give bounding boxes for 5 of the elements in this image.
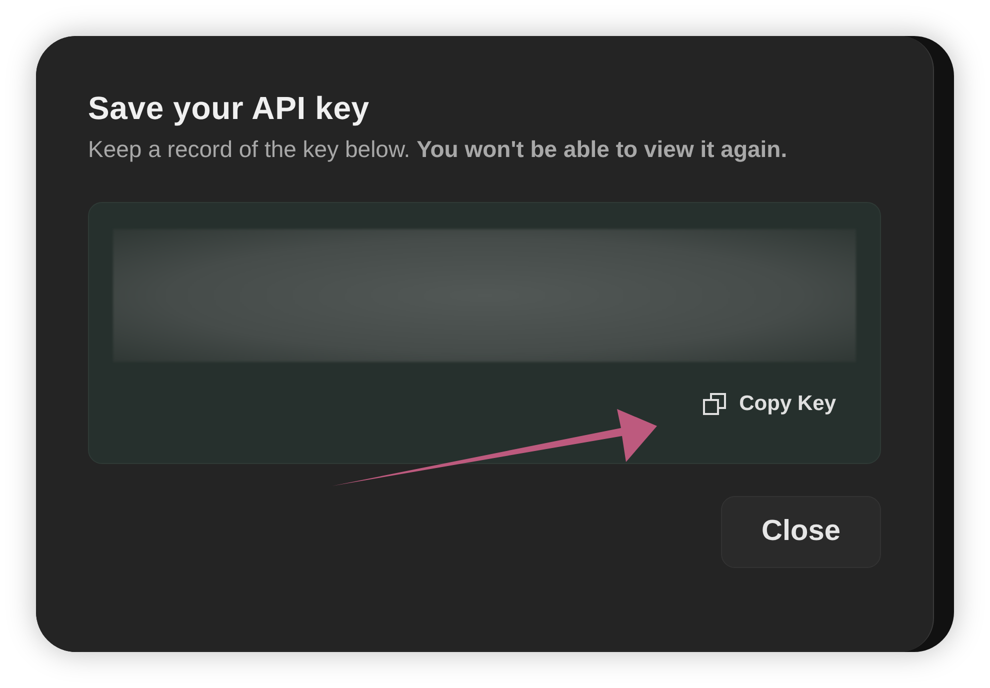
close-button[interactable]: Close (721, 496, 881, 568)
dialog-description: Keep a record of the key below. You won't be able to view it again. (88, 135, 788, 164)
copy-icon (703, 392, 728, 416)
dialog-title: Save your API key (88, 89, 370, 128)
copy-key-button[interactable]: Copy Key (703, 388, 836, 420)
